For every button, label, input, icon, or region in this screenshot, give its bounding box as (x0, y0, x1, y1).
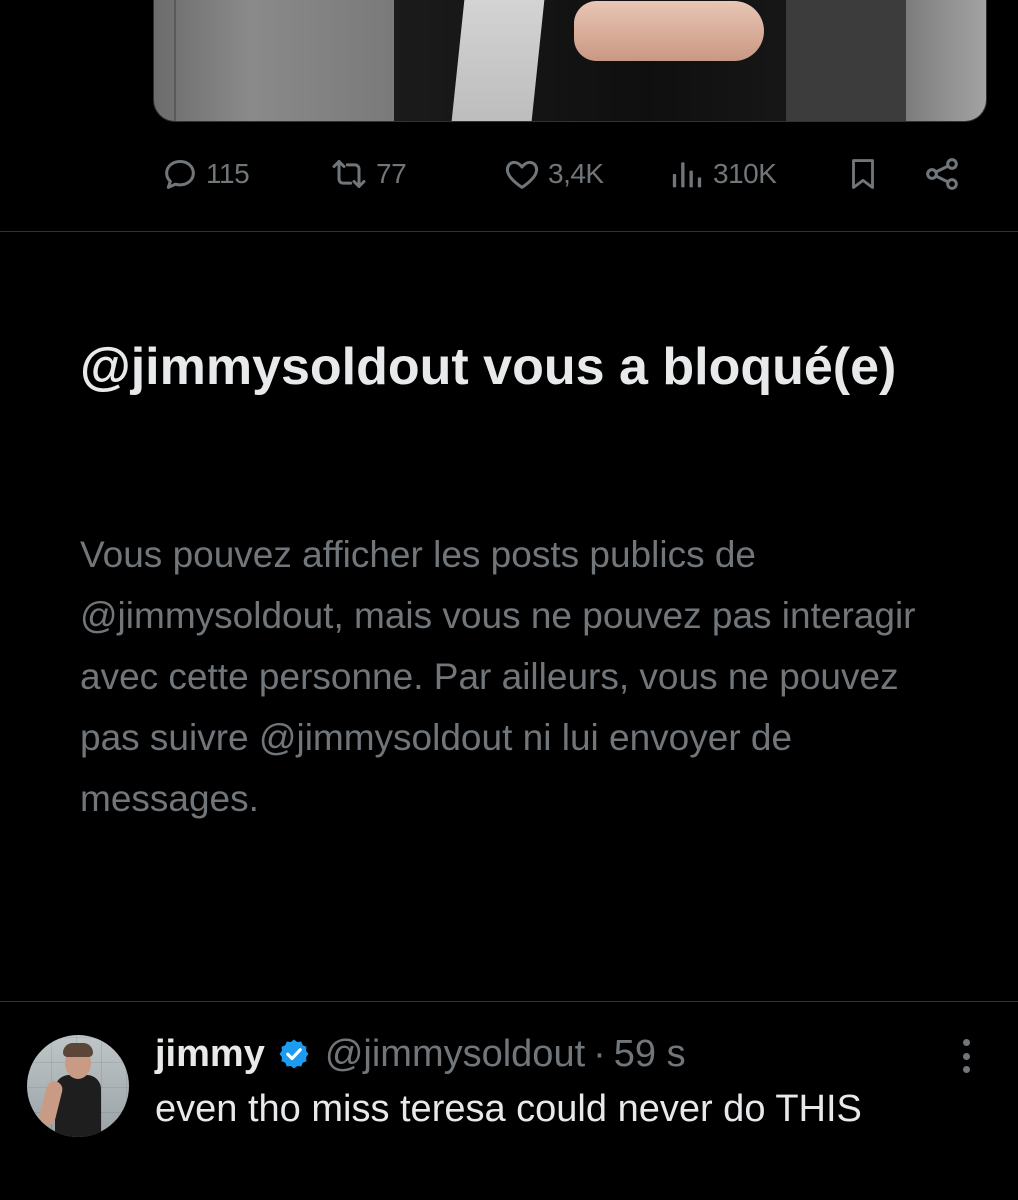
share-button[interactable] (922, 148, 962, 200)
like-count: 3,4K (548, 158, 604, 189)
divider (0, 231, 1018, 232)
views-icon (667, 154, 707, 194)
media-shirt (451, 0, 547, 121)
tweet-header: jimmy @jimmysoldout · 59 s (155, 1024, 686, 1084)
repost-icon (328, 154, 370, 194)
views-button[interactable]: 310K (667, 148, 777, 200)
reply-count: 115 (206, 158, 250, 189)
views-count: 310K (713, 158, 777, 189)
header-separator: · (593, 1032, 606, 1075)
verified-badge-icon[interactable] (277, 1037, 311, 1071)
share-icon (922, 154, 962, 194)
blocked-notice-body: Vous pouvez afficher les posts publics d… (80, 534, 916, 819)
author-name[interactable]: jimmy (155, 1033, 265, 1076)
repost-count: 77 (376, 158, 407, 189)
divider (0, 1001, 1018, 1002)
more-icon[interactable] (948, 1036, 984, 1076)
tweet-text: even tho miss teresa could never do THIS (155, 1088, 862, 1130)
heart-icon (502, 154, 542, 194)
post-action-bar: 115 77 3,4K 310K (160, 148, 970, 200)
like-button[interactable]: 3,4K (502, 148, 604, 200)
media-door (786, 0, 906, 121)
media-wall (154, 0, 394, 121)
avatar[interactable] (27, 1035, 129, 1137)
bookmark-button[interactable] (844, 148, 882, 200)
author-handle[interactable]: @jimmysoldout (325, 1033, 585, 1076)
media-door-frame (906, 0, 986, 121)
reply-icon (160, 154, 200, 194)
tweet-timestamp[interactable]: 59 s (614, 1033, 686, 1076)
media-hand (574, 1, 764, 61)
repost-button[interactable]: 77 (328, 148, 407, 200)
reply-button[interactable]: 115 (160, 148, 250, 200)
post-media-image[interactable] (153, 0, 987, 122)
bookmark-icon (844, 154, 882, 194)
blocked-notice-title: @jimmysoldout vous a bloqué(e) (80, 338, 897, 396)
